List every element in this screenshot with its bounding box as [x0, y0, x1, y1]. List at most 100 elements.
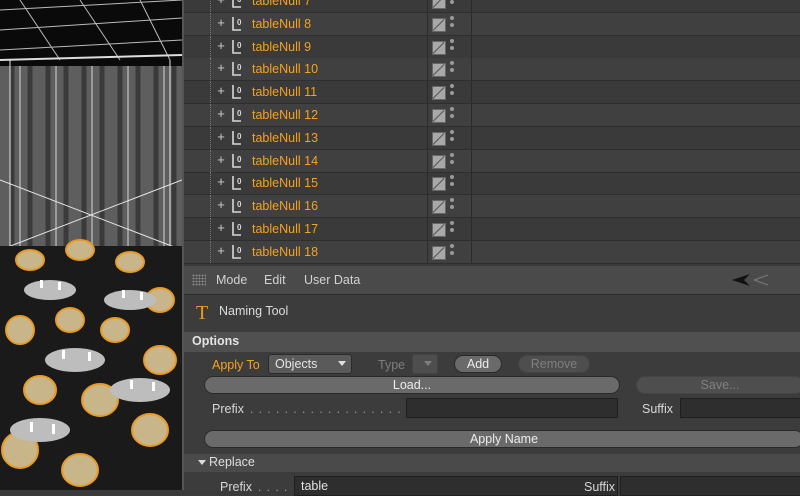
type-select[interactable]	[412, 354, 438, 374]
menu-mode[interactable]: Mode	[216, 273, 247, 287]
layer-tag-icon[interactable]	[432, 40, 446, 55]
expand-plus-icon[interactable]: +	[216, 130, 226, 143]
layer-tag-icon[interactable]	[432, 200, 446, 215]
object-name[interactable]: tableNull 9	[252, 40, 311, 54]
hierarchy-line	[210, 81, 211, 104]
column-divider	[471, 0, 472, 12]
visibility-dots-icon[interactable]	[450, 107, 454, 121]
object-name[interactable]: tableNull 11	[252, 85, 317, 99]
object-name[interactable]: tableNull 12	[252, 108, 318, 122]
replace-suffix-input[interactable]	[620, 476, 800, 496]
expand-plus-icon[interactable]: +	[216, 175, 226, 188]
options-section-header[interactable]: Options	[184, 332, 800, 352]
column-divider	[427, 104, 428, 126]
visibility-dots-icon[interactable]	[450, 38, 454, 53]
object-manager[interactable]: +0tableNull 7+0tableNull 8+0tableNull 9+…	[182, 0, 800, 266]
column-divider	[427, 126, 428, 149]
apply-name-button[interactable]: Apply Name	[204, 430, 800, 448]
3d-viewport[interactable]	[0, 0, 182, 490]
object-name[interactable]: tableNull 8	[252, 17, 311, 31]
hierarchy-line	[210, 149, 211, 172]
remove-button[interactable]: Remove	[518, 355, 590, 373]
object-row[interactable]: +0 tableNull 12	[184, 104, 800, 127]
visibility-dots-icon[interactable]	[450, 243, 454, 258]
visibility-dots-icon[interactable]	[450, 175, 454, 189]
expand-plus-icon[interactable]: +	[216, 221, 226, 234]
expand-plus-icon[interactable]: +	[216, 61, 226, 74]
column-divider	[471, 240, 472, 263]
expand-plus-icon[interactable]: +	[216, 244, 226, 257]
replace-section-header[interactable]: Replace	[184, 454, 800, 472]
object-name[interactable]: tableNull 13	[252, 131, 318, 145]
object-row[interactable]: +0 tableNull 8	[184, 12, 800, 36]
attr-menubar: Mode Edit User Data	[184, 266, 800, 295]
layer-tag-icon[interactable]	[432, 131, 446, 146]
visibility-dots-icon[interactable]	[450, 15, 454, 30]
layer-tag-icon[interactable]	[432, 245, 446, 260]
object-name[interactable]: tableNull 16	[252, 199, 318, 213]
object-row[interactable]: +0 tableNull 11	[184, 81, 800, 105]
menu-user-data[interactable]: User Data	[304, 273, 360, 287]
grip-icon[interactable]	[192, 274, 206, 286]
expand-plus-icon[interactable]: +	[216, 107, 226, 120]
hierarchy-line	[210, 58, 211, 81]
menu-edit[interactable]: Edit	[264, 273, 286, 287]
layer-tag-icon[interactable]	[432, 154, 446, 169]
object-row[interactable]: +0 tableNull 18	[184, 240, 800, 264]
add-button[interactable]: Add	[454, 355, 502, 373]
expand-plus-icon[interactable]: +	[216, 16, 226, 29]
object-row[interactable]: +0 tableNull 16	[184, 195, 800, 219]
hierarchy-line	[210, 35, 211, 58]
object-row[interactable]: +0 tableNull 14	[184, 149, 800, 173]
apply-to-select[interactable]: Objects	[268, 354, 352, 374]
replace-suffix-label: Suffix	[584, 480, 616, 494]
layer-tag-icon[interactable]	[432, 109, 446, 123]
object-row[interactable]: +0 tableNull 15	[184, 172, 800, 196]
object-row[interactable]: +0 tableNull 13	[184, 126, 800, 150]
replace-prefix-label: Prefix	[220, 480, 252, 494]
load-button[interactable]: Load...	[204, 376, 620, 394]
column-divider	[471, 218, 472, 240]
object-name[interactable]: tableNull 10	[252, 62, 318, 76]
visibility-dots-icon[interactable]	[450, 129, 454, 144]
layer-tag-icon[interactable]	[432, 63, 446, 78]
column-divider	[471, 195, 472, 218]
visibility-dots-icon[interactable]	[450, 221, 454, 235]
layer-tag-icon[interactable]	[432, 86, 446, 101]
visibility-dots-icon[interactable]	[450, 61, 454, 75]
object-name[interactable]: tableNull 7	[252, 0, 311, 8]
column-divider	[427, 240, 428, 263]
object-name[interactable]: tableNull 18	[252, 245, 318, 259]
layer-tag-icon[interactable]	[432, 17, 446, 32]
prefix-input[interactable]	[406, 398, 618, 418]
object-name[interactable]: tableNull 17	[252, 222, 318, 236]
object-row[interactable]: +0 tableNull 17	[184, 218, 800, 241]
expand-plus-icon[interactable]: +	[216, 153, 226, 166]
object-name[interactable]: tableNull 14	[252, 154, 318, 168]
suffix-input[interactable]	[680, 398, 800, 418]
hierarchy-line	[210, 195, 211, 218]
object-row[interactable]: +0 tableNull 9	[184, 35, 800, 59]
back-arrow-icon[interactable]	[728, 272, 772, 288]
replace-prefix-value: table	[301, 479, 329, 493]
object-row[interactable]: +0 tableNull 7	[184, 0, 800, 13]
visibility-dots-icon[interactable]	[450, 198, 454, 212]
layer-tag-icon[interactable]	[432, 0, 446, 9]
object-row[interactable]: +0 tableNull 10	[184, 58, 800, 82]
object-name[interactable]: tableNull 15	[252, 176, 318, 190]
expand-plus-icon[interactable]: +	[216, 198, 226, 211]
svg-text:0: 0	[237, 177, 242, 186]
visibility-dots-icon[interactable]	[450, 84, 454, 98]
expand-plus-icon[interactable]: +	[216, 0, 226, 6]
visibility-dots-icon[interactable]	[450, 0, 454, 7]
visibility-dots-icon[interactable]	[450, 152, 454, 167]
naming-tool-icon: T	[196, 302, 209, 324]
replace-prefix-input[interactable]: table	[294, 476, 618, 496]
expand-plus-icon[interactable]: +	[216, 39, 226, 52]
layer-tag-icon[interactable]	[432, 223, 446, 237]
layer-tag-icon[interactable]	[432, 177, 446, 192]
hierarchy-line	[210, 240, 211, 263]
save-button[interactable]: Save...	[636, 376, 800, 394]
expand-plus-icon[interactable]: +	[216, 84, 226, 97]
null-object-icon: 0	[232, 199, 242, 213]
